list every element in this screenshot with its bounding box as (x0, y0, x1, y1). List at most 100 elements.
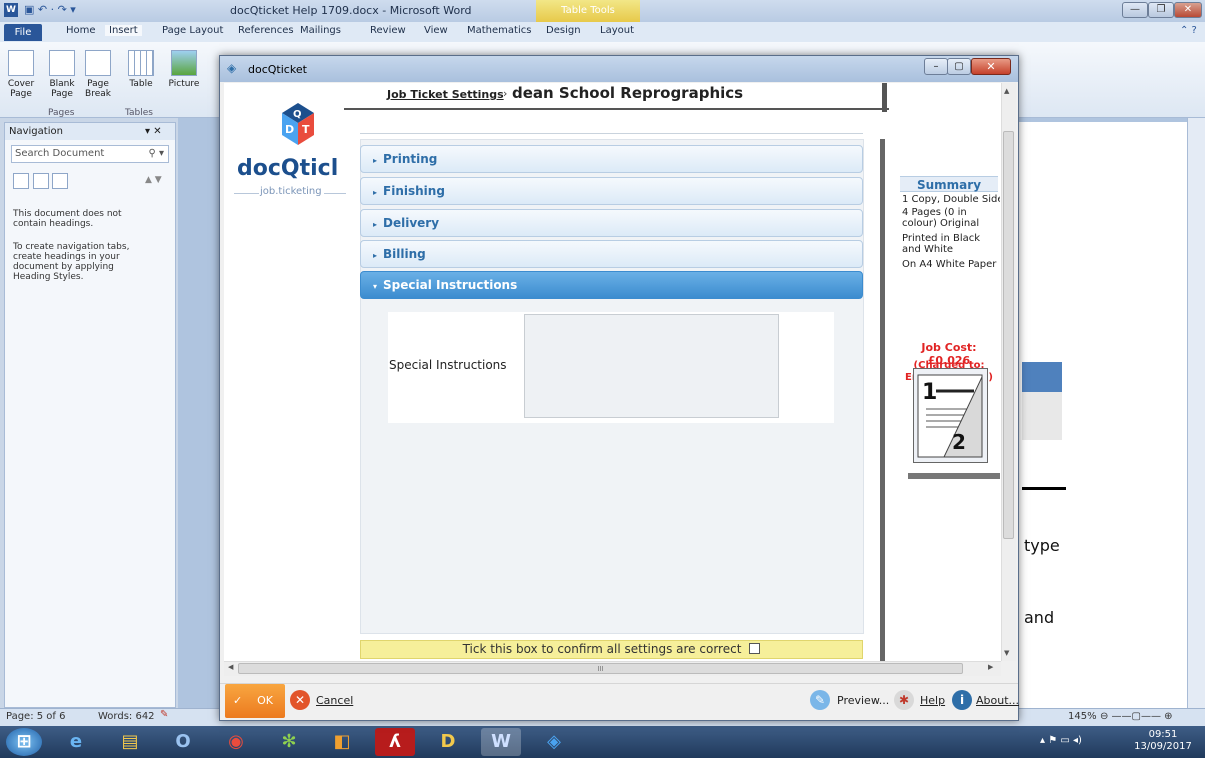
dialog-maximize-button[interactable]: ▢ (947, 58, 971, 75)
app-green-icon[interactable]: ✻ (269, 728, 309, 756)
app-d-icon[interactable]: D (428, 728, 468, 756)
svg-text:1: 1 (922, 380, 937, 405)
file-explorer-icon[interactable]: ▤ (110, 728, 150, 756)
word-maximize-button[interactable]: ❐ (1148, 2, 1174, 18)
dialog-horizontal-scrollbar[interactable]: ◀ III ▶ (224, 661, 1001, 676)
dialog-close-button[interactable]: ✕ (971, 58, 1011, 75)
special-instructions-textarea[interactable] (524, 314, 779, 418)
cover-page-button[interactable]: Cover Page (4, 50, 38, 99)
tab-references[interactable]: References (238, 25, 294, 36)
docqticket-logo-subtitle: job.ticketing (260, 186, 322, 197)
summary-line: 1 Copy, Double Sided (902, 194, 1000, 205)
chrome-icon[interactable]: ◉ (216, 728, 256, 756)
expand-arrow-icon: ▸ (373, 156, 378, 165)
table-button[interactable]: Table (124, 50, 158, 89)
tab-layout[interactable]: Layout (600, 25, 634, 36)
tab-page-layout[interactable]: Page Layout (162, 25, 223, 36)
word-count[interactable]: Words: 642 (98, 711, 155, 722)
word-taskbar-icon[interactable]: W (481, 728, 521, 756)
results-tab-icon[interactable] (52, 173, 68, 189)
dialog-titlebar[interactable]: ◈ docQticket – ▢ ✕ (220, 56, 1018, 82)
expand-arrow-icon: ▸ (373, 220, 378, 229)
table-cell-blue (1022, 362, 1062, 392)
preview-icon[interactable]: ✎ (810, 690, 830, 710)
tab-mathematics[interactable]: Mathematics (467, 25, 531, 36)
word-minimize-button[interactable]: — (1122, 2, 1148, 18)
nav-arrows-icon[interactable]: ▲ ▼ (145, 175, 162, 185)
navigation-header: Navigation ▾ ✕ (5, 123, 175, 140)
tab-home[interactable]: Home (66, 25, 96, 36)
help-button[interactable]: Help (920, 694, 945, 707)
expand-arrow-icon: ▸ (373, 251, 378, 260)
dialog-minimize-button[interactable]: – (924, 58, 948, 75)
taskbar-clock[interactable]: 09:51 13/09/2017 (1128, 729, 1198, 753)
document-scrollbar[interactable] (1187, 118, 1205, 708)
svg-text:2: 2 (952, 430, 966, 454)
proofing-icon[interactable]: ✎ (160, 709, 168, 720)
page-count[interactable]: Page: 5 of 6 (6, 711, 65, 722)
confirm-settings-checkbox[interactable] (749, 643, 761, 654)
word-close-button[interactable]: ✕ (1174, 2, 1202, 18)
job-ticket-settings-link[interactable]: Job Ticket Settings (387, 88, 504, 101)
ok-button[interactable]: ✓ OK (225, 684, 285, 718)
ribbon-group-tables: Tables (125, 108, 153, 118)
tab-file[interactable]: File (4, 24, 42, 41)
dialog-vertical-scrollbar[interactable]: ▲ ▼ (1001, 83, 1016, 661)
page-break-button[interactable]: Page Break (82, 50, 114, 99)
summary-title: Summary (900, 176, 998, 192)
docqticket-logo-text: docQticl (237, 156, 339, 181)
search-icon[interactable]: ⚲ ▾ (148, 146, 164, 162)
tray-icons[interactable]: ▴ ⚑ ▭ ◂) (1040, 735, 1082, 746)
docqticket-logo-icon: Q D T (282, 103, 314, 145)
about-icon[interactable]: i (952, 690, 972, 710)
start-button-icon[interactable]: ⊞ (6, 728, 42, 756)
scroll-up-icon[interactable]: ▲ (1004, 87, 1009, 95)
cancel-icon[interactable]: ✕ (290, 690, 310, 710)
outlook-icon[interactable]: O (163, 728, 203, 756)
search-document-input[interactable]: Search Document ⚲ ▾ (11, 145, 169, 163)
breadcrumb-separator-icon: › (503, 87, 508, 100)
summary-line: 4 Pages (0 in colour) Original (902, 207, 980, 229)
preview-shadow (908, 473, 1000, 479)
quick-access-toolbar[interactable]: ▣ ↶ · ↷ ▾ (24, 3, 76, 16)
office-app-icon[interactable]: ◧ (322, 728, 362, 756)
pages-tab-icon[interactable] (32, 173, 49, 189)
preview-button[interactable]: Preview... (837, 694, 889, 707)
picture-button[interactable]: Picture (166, 50, 202, 89)
about-button[interactable]: About... (976, 694, 1019, 707)
headings-tab-icon[interactable] (13, 173, 29, 189)
nav-view-tabs[interactable] (13, 173, 83, 191)
scroll-left-icon[interactable]: ◀ (228, 663, 233, 671)
ribbon-minimize-icon[interactable]: ⌃ ? (1180, 25, 1197, 36)
word-window-title: docQticket Help 1709.docx - Microsoft Wo… (230, 4, 472, 17)
section-delivery[interactable]: ▸ Delivery (360, 209, 863, 237)
dialog-footer: ✓ OK ✕ Cancel ✎ Preview... ✱ Help i About… (220, 683, 1019, 719)
section-finishing[interactable]: ▸ Finishing (360, 177, 863, 205)
svg-text:Q: Q (293, 109, 302, 120)
tab-review[interactable]: Review (370, 25, 406, 36)
document-page[interactable]: type and (1010, 122, 1200, 712)
section-special-instructions[interactable]: ▾ Special Instructions (360, 271, 863, 299)
tab-mailings[interactable]: Mailings (300, 25, 341, 36)
word-app-icon[interactable]: W (4, 3, 18, 17)
help-icon[interactable]: ✱ (894, 690, 914, 710)
internet-explorer-icon[interactable]: e (56, 728, 96, 756)
tab-view[interactable]: View (424, 25, 448, 36)
nav-close-icon[interactable]: ▾ ✕ (145, 123, 162, 140)
section-printing[interactable]: ▸ Printing (360, 145, 863, 173)
zoom-level[interactable]: 145% (1068, 711, 1097, 722)
tab-design[interactable]: Design (546, 25, 581, 36)
tab-insert[interactable]: Insert (105, 25, 142, 36)
scroll-down-icon[interactable]: ▼ (1004, 649, 1009, 657)
zoom-slider[interactable]: ⊖ ——▢—— ⊕ (1100, 711, 1173, 722)
scroll-right-icon[interactable]: ▶ (988, 663, 993, 671)
acrobat-icon[interactable]: ʎ (375, 728, 415, 756)
docqticket-taskbar-icon[interactable]: ◈ (534, 728, 574, 756)
table-tools-label: Table Tools (536, 0, 640, 22)
cancel-button[interactable]: Cancel (316, 694, 353, 707)
section-billing[interactable]: ▸ Billing (360, 240, 863, 268)
horizontal-scroll-thumb[interactable]: III (238, 663, 963, 674)
vertical-scroll-thumb[interactable] (1003, 131, 1014, 539)
blank-page-button[interactable]: Blank Page (46, 50, 78, 99)
collapse-arrow-icon: ▾ (373, 282, 378, 291)
